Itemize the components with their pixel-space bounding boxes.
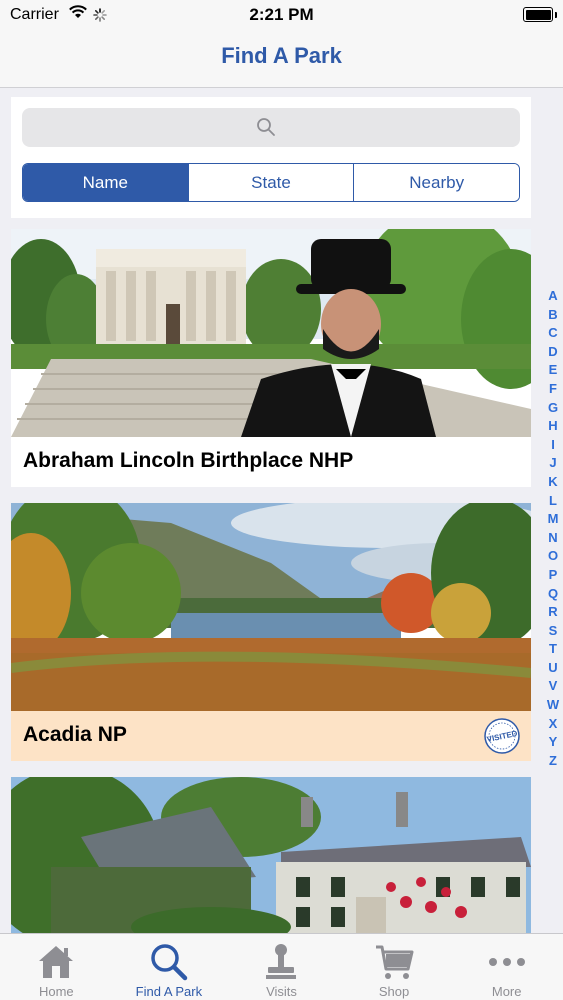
index-letter-v[interactable]: V [549,677,558,696]
search-icon [150,942,188,982]
status-bar: Carrier 2:21 PM [0,0,563,30]
park-card[interactable]: Abraham Lincoln Birthplace NHP [11,229,531,487]
index-letter-l[interactable]: L [549,492,557,511]
home-icon [37,942,75,982]
index-letter-x[interactable]: X [549,715,558,734]
index-letter-j[interactable]: J [549,454,556,473]
park-name: Acadia NP [23,723,127,746]
index-letter-z[interactable]: Z [549,752,557,771]
visited-stamp-icon: VISITED [484,718,520,754]
index-letter-r[interactable]: R [548,603,557,622]
park-card[interactable]: Acadia NP VISITED [11,503,531,761]
index-letter-h[interactable]: H [548,417,557,436]
navigation-bar: Find A Park [0,30,563,88]
index-letter-i[interactable]: I [551,436,555,455]
tab-shop[interactable]: Shop [338,934,451,1000]
index-letter-a[interactable]: A [548,287,557,306]
index-letter-d[interactable]: D [548,343,557,362]
tab-label: More [491,984,522,999]
search-field[interactable] [22,108,520,147]
index-letter-q[interactable]: Q [548,585,558,604]
segment-nearby[interactable]: Nearby [353,164,519,201]
index-letter-c[interactable]: C [548,324,557,343]
index-letter-e[interactable]: E [549,361,558,380]
tab-bar: Home Find A Park Visits Shop More [0,933,563,1000]
tab-label: Home [38,984,74,999]
index-letter-s[interactable]: S [549,622,558,641]
index-letter-t[interactable]: T [549,640,557,659]
index-letter-b[interactable]: B [548,306,557,325]
index-letter-g[interactable]: G [548,399,558,418]
stamp-icon [264,942,298,982]
tab-more[interactable]: More [450,934,563,1000]
tab-find-a-park[interactable]: Find A Park [113,934,226,1000]
status-time: 2:21 PM [249,5,314,24]
index-letter-p[interactable]: P [549,566,558,585]
index-letter-m[interactable]: M [548,510,559,529]
index-letter-f[interactable]: F [549,380,557,399]
page-title: Find A Park [221,43,342,68]
index-letter-k[interactable]: K [548,473,557,492]
search-panel: Name State Nearby [11,97,531,218]
park-photo-third [11,777,531,933]
segment-state[interactable]: State [187,164,354,201]
index-letter-w[interactable]: W [547,696,559,715]
tab-home[interactable]: Home [0,934,113,1000]
index-letter-o[interactable]: O [548,547,558,566]
battery-icon [523,7,557,22]
index-letter-u[interactable]: U [548,659,557,678]
segment-name[interactable]: Name [23,164,188,201]
search-input[interactable] [22,108,520,147]
alphabet-index[interactable]: ABCDEFGHIJKLMNOPQRSTUVWXYZ [543,287,563,770]
sort-segmented-control: Name State Nearby [22,163,520,202]
tab-label: Visits [266,984,297,999]
park-card[interactable] [11,777,531,933]
tab-label: Find A Park [135,984,203,999]
park-name: Abraham Lincoln Birthplace NHP [23,449,354,472]
park-photo-acadia [11,503,531,711]
index-letter-n[interactable]: N [548,529,557,548]
park-photo-lincoln [11,229,531,437]
cart-icon [374,942,414,982]
index-letter-y[interactable]: Y [549,733,558,752]
tab-visits[interactable]: Visits [225,934,338,1000]
more-icon [488,942,526,982]
tab-label: Shop [378,984,410,999]
